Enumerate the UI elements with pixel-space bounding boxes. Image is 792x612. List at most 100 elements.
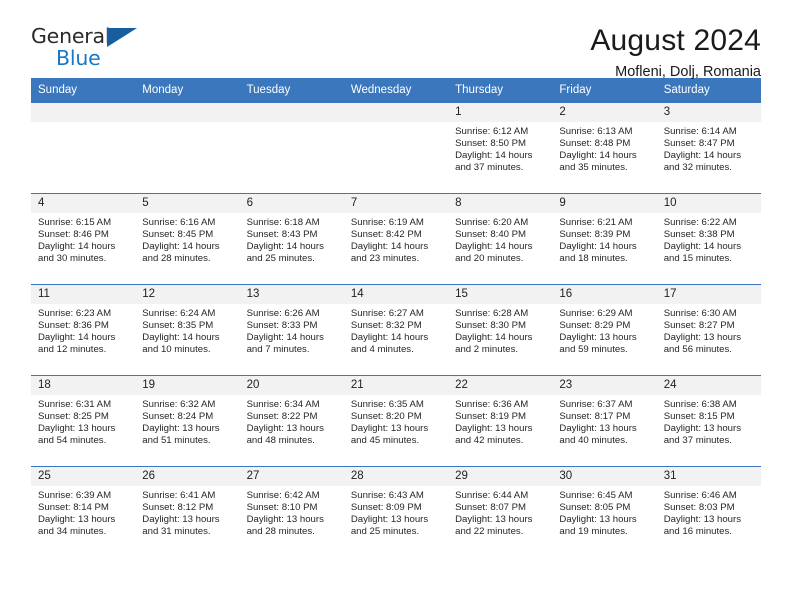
daylight-line2-text: and 54 minutes. <box>38 435 107 447</box>
calendar-day-cell[interactable]: 2 Sunrise: 6:13 AM Sunset: 8:48 PM Daylight… <box>552 102 657 194</box>
day-number: 29 <box>448 467 553 486</box>
sunset-text: Sunset: 8:40 PM <box>455 229 527 241</box>
general-blue-logo[interactable]: General Blue <box>31 22 143 74</box>
daylight-line1-text: Daylight: 14 hours <box>559 150 637 162</box>
day-number: 28 <box>343 467 449 486</box>
calendar-week-row: 11 Sunrise: 6:23 AM Sunset: 8:36 PM Dayligh… <box>31 284 761 376</box>
day-details: Sunrise: 6:14 AM Sunset: 8:47 PM Daylight:… <box>657 122 761 174</box>
day-details: Sunrise: 6:16 AM Sunset: 8:45 PM Daylight:… <box>135 213 239 265</box>
daylight-line2-text: and 25 minutes. <box>246 253 315 265</box>
daylight-line2-text: and 40 minutes. <box>559 435 628 447</box>
sunset-text: Sunset: 8:17 PM <box>559 411 631 423</box>
day-details: Sunrise: 6:37 AM Sunset: 8:17 PM Daylight:… <box>552 395 656 447</box>
day-number: 15 <box>448 285 553 304</box>
day-number <box>343 103 449 122</box>
daylight-line1-text: Daylight: 13 hours <box>663 423 742 435</box>
calendar-day-cell[interactable]: 15 Sunrise: 6:28 AM Sunset: 8:30 PM Dayligh… <box>448 284 553 376</box>
calendar-day-cell[interactable]: 6 Sunrise: 6:18 AM Sunset: 8:43 PM Daylight… <box>239 193 344 285</box>
daylight-line1-text: Daylight: 13 hours <box>559 423 637 435</box>
calendar-day-cell[interactable]: 3 Sunrise: 6:14 AM Sunset: 8:47 PM Daylight… <box>656 102 761 194</box>
sunrise-text: Sunrise: 6:18 AM <box>246 217 320 228</box>
sunrise-text: Sunrise: 6:37 AM <box>559 399 633 410</box>
daylight-line1-text: Daylight: 14 hours <box>246 241 324 253</box>
calendar-day-cell[interactable]: 4 Sunrise: 6:15 AM Sunset: 8:46 PM Daylight… <box>31 193 136 285</box>
calendar-day-cell[interactable]: 12 Sunrise: 6:24 AM Sunset: 8:35 PM Dayligh… <box>135 284 240 376</box>
page-subtitle: Mofleni, Dolj, Romania <box>615 63 761 80</box>
sunset-text: Sunset: 8:15 PM <box>663 411 735 423</box>
calendar-cell-empty <box>31 102 136 194</box>
daylight-line1-text: Daylight: 14 hours <box>455 241 533 253</box>
sunrise-text: Sunrise: 6:12 AM <box>455 126 529 137</box>
calendar-day-cell[interactable]: 18 Sunrise: 6:31 AM Sunset: 8:25 PM Dayligh… <box>31 375 136 467</box>
sunset-text: Sunset: 8:29 PM <box>559 320 631 332</box>
day-number: 5 <box>135 194 240 213</box>
daylight-line1-text: Daylight: 13 hours <box>455 423 533 435</box>
day-details: Sunrise: 6:45 AM Sunset: 8:05 PM Daylight:… <box>552 486 656 538</box>
day-number: 23 <box>552 376 657 395</box>
logo-text-blue: Blue <box>56 46 101 70</box>
calendar-day-cell[interactable]: 23 Sunrise: 6:37 AM Sunset: 8:17 PM Dayligh… <box>552 375 657 467</box>
daylight-line2-text: and 37 minutes. <box>455 162 524 174</box>
calendar-day-cell[interactable]: 5 Sunrise: 6:16 AM Sunset: 8:45 PM Daylight… <box>135 193 240 285</box>
calendar-day-cell[interactable]: 29 Sunrise: 6:44 AM Sunset: 8:07 PM Dayligh… <box>448 466 553 557</box>
day-number: 25 <box>31 467 136 486</box>
day-number: 18 <box>31 376 136 395</box>
calendar-day-cell[interactable]: 24 Sunrise: 6:38 AM Sunset: 8:15 PM Dayligh… <box>656 375 761 467</box>
day-details: Sunrise: 6:32 AM Sunset: 8:24 PM Daylight:… <box>135 395 239 447</box>
calendar-body: 1 Sunrise: 6:12 AM Sunset: 8:50 PM Daylight… <box>31 102 761 557</box>
daylight-line2-text: and 25 minutes. <box>350 526 420 538</box>
day-number: 24 <box>656 376 761 395</box>
calendar-day-cell[interactable]: 25 Sunrise: 6:39 AM Sunset: 8:14 PM Dayligh… <box>31 466 136 557</box>
daylight-line2-text: and 18 minutes. <box>559 253 628 265</box>
sunrise-text: Sunrise: 6:24 AM <box>142 308 216 319</box>
daylight-line2-text: and 2 minutes. <box>455 344 519 356</box>
daylight-line2-text: and 19 minutes. <box>559 526 628 538</box>
daylight-line1-text: Daylight: 13 hours <box>38 514 116 526</box>
calendar-day-cell[interactable]: 22 Sunrise: 6:36 AM Sunset: 8:19 PM Dayligh… <box>448 375 553 467</box>
calendar-day-cell[interactable]: 14 Sunrise: 6:27 AM Sunset: 8:32 PM Dayligh… <box>343 284 449 376</box>
daylight-line1-text: Daylight: 13 hours <box>663 514 742 526</box>
calendar-day-cell[interactable]: 1 Sunrise: 6:12 AM Sunset: 8:50 PM Daylight… <box>448 102 553 194</box>
day-number: 1 <box>448 103 553 122</box>
sunrise-text: Sunrise: 6:14 AM <box>663 126 737 137</box>
calendar-day-cell[interactable]: 27 Sunrise: 6:42 AM Sunset: 8:10 PM Dayligh… <box>239 466 344 557</box>
calendar-day-cell[interactable]: 30 Sunrise: 6:45 AM Sunset: 8:05 PM Dayligh… <box>552 466 657 557</box>
daylight-line2-text: and 59 minutes. <box>559 344 628 356</box>
calendar-day-cell[interactable]: 7 Sunrise: 6:19 AM Sunset: 8:42 PM Daylight… <box>343 193 449 285</box>
calendar-cell-empty <box>343 102 449 194</box>
day-number: 10 <box>656 194 761 213</box>
calendar-day-cell[interactable]: 20 Sunrise: 6:34 AM Sunset: 8:22 PM Dayligh… <box>239 375 344 467</box>
calendar-day-cell[interactable]: 16 Sunrise: 6:29 AM Sunset: 8:29 PM Dayligh… <box>552 284 657 376</box>
daylight-line1-text: Daylight: 13 hours <box>142 423 220 435</box>
day-number: 20 <box>239 376 344 395</box>
day-details: Sunrise: 6:42 AM Sunset: 8:10 PM Daylight:… <box>240 486 344 538</box>
sunset-text: Sunset: 8:14 PM <box>38 502 109 514</box>
daylight-line1-text: Daylight: 13 hours <box>142 514 220 526</box>
calendar-cell-empty <box>239 102 344 194</box>
calendar-cell-empty <box>135 102 240 194</box>
day-number: 7 <box>343 194 449 213</box>
daylight-line1-text: Daylight: 14 hours <box>663 150 742 162</box>
day-details: Sunrise: 6:36 AM Sunset: 8:19 PM Daylight:… <box>448 395 552 447</box>
calendar-day-cell[interactable]: 13 Sunrise: 6:26 AM Sunset: 8:33 PM Dayligh… <box>239 284 344 376</box>
calendar-day-cell[interactable]: 19 Sunrise: 6:32 AM Sunset: 8:24 PM Dayligh… <box>135 375 240 467</box>
day-details: Sunrise: 6:23 AM Sunset: 8:36 PM Daylight:… <box>31 304 135 356</box>
day-number: 16 <box>552 285 657 304</box>
calendar-page: General Blue August 2024 Mofleni, Dolj, … <box>0 0 792 612</box>
sunrise-text: Sunrise: 6:16 AM <box>142 217 216 228</box>
calendar-day-cell[interactable]: 21 Sunrise: 6:35 AM Sunset: 8:20 PM Dayligh… <box>343 375 449 467</box>
page-header: General Blue August 2024 Mofleni, Dolj, … <box>31 0 761 80</box>
daylight-line2-text: and 37 minutes. <box>663 435 732 447</box>
calendar-day-cell[interactable]: 17 Sunrise: 6:30 AM Sunset: 8:27 PM Dayligh… <box>656 284 761 376</box>
calendar-day-cell[interactable]: 31 Sunrise: 6:46 AM Sunset: 8:03 PM Dayligh… <box>656 466 761 557</box>
sunrise-text: Sunrise: 6:41 AM <box>142 490 216 501</box>
daylight-line1-text: Daylight: 13 hours <box>246 514 324 526</box>
calendar-day-cell[interactable]: 10 Sunrise: 6:22 AM Sunset: 8:38 PM Dayligh… <box>656 193 761 285</box>
day-details: Sunrise: 6:35 AM Sunset: 8:20 PM Daylight:… <box>344 395 448 447</box>
calendar-day-cell[interactable]: 8 Sunrise: 6:20 AM Sunset: 8:40 PM Daylight… <box>448 193 553 285</box>
sunrise-text: Sunrise: 6:44 AM <box>455 490 529 501</box>
calendar-day-cell[interactable]: 28 Sunrise: 6:43 AM Sunset: 8:09 PM Dayligh… <box>343 466 449 557</box>
calendar-day-cell[interactable]: 9 Sunrise: 6:21 AM Sunset: 8:39 PM Daylight… <box>552 193 657 285</box>
calendar-day-cell[interactable]: 11 Sunrise: 6:23 AM Sunset: 8:36 PM Dayligh… <box>31 284 136 376</box>
calendar-day-cell[interactable]: 26 Sunrise: 6:41 AM Sunset: 8:12 PM Dayligh… <box>135 466 240 557</box>
